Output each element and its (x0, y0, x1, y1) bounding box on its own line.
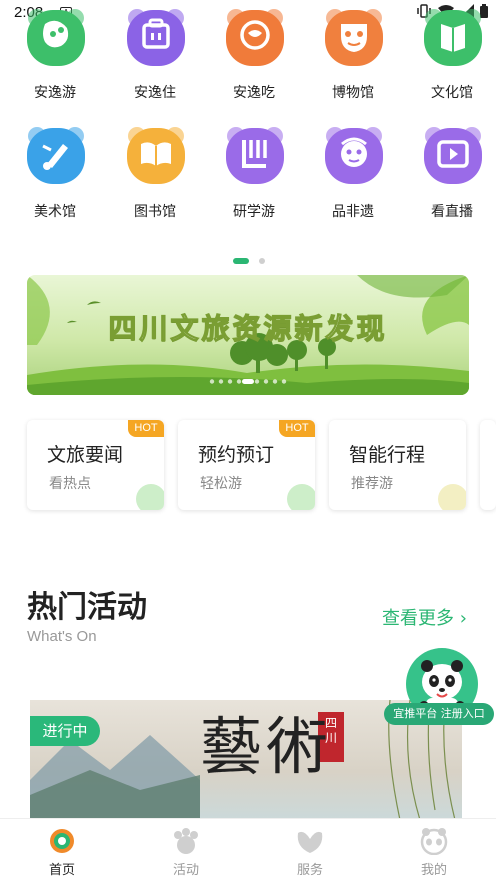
category-label: 安逸住 (134, 85, 176, 101)
card-accent-shape (136, 484, 164, 510)
register-entry-label: 宜推平台 注册入口 (384, 703, 494, 725)
food-icon (224, 6, 286, 68)
section-title: 热门活动 (27, 590, 147, 625)
category-item[interactable]: 美术馆 (15, 124, 95, 234)
pager-dot-active (233, 258, 249, 264)
quick-card-title: 智能行程 (349, 444, 426, 466)
event-calligraphy: 藝術 (200, 710, 333, 783)
tab-item[interactable]: 我的 (372, 819, 496, 884)
event-seal: 四川 (324, 716, 337, 745)
panda-paw-icon (171, 827, 201, 855)
quick-card-subtitle: 看热点 (49, 476, 91, 492)
play-icon (422, 124, 484, 186)
category-item[interactable]: 研学游 (214, 124, 294, 234)
card-accent-shape (287, 484, 315, 510)
category-item[interactable]: 安逸吃 (214, 6, 294, 116)
quick-card[interactable]: 预约预订轻松游 HOT (178, 420, 315, 510)
tab-item[interactable]: 首页 (0, 819, 124, 884)
quick-cards: 文旅要闻 看热点 HOT 预约预订 轻松游 HOT 智能行程 推荐游 (0, 420, 496, 512)
banner-slide-dot (218, 379, 224, 384)
quick-card-title: 预约预订 (198, 444, 275, 466)
grid-pager (0, 250, 496, 264)
tab-label: 首页 (48, 863, 75, 878)
category-label: 美术馆 (34, 204, 76, 220)
category-label: 看直播 (431, 204, 473, 220)
category-label: 研学游 (233, 204, 275, 220)
category-label: 图书馆 (134, 204, 176, 220)
banner-slide-dot (236, 379, 242, 384)
quick-card-subtitle: 轻松游 (200, 476, 242, 492)
heritage-mask-icon (323, 124, 385, 186)
category-item[interactable]: 看直播 (412, 124, 492, 234)
promo-banner[interactable]: 四川文旅资源新发现 (27, 275, 469, 395)
quick-card[interactable]: 文旅要闻看热点 HOT (27, 420, 164, 510)
pager-dot (259, 258, 265, 264)
floating-register-button[interactable]: 宜推平台 注册入口 (384, 648, 496, 728)
banner-title: 四川文旅资源新发现 (108, 311, 388, 345)
paintbrush-icon (25, 124, 87, 186)
category-grid-row: 安逸游 安逸住 安逸吃 博物馆 文化馆 (0, 6, 496, 116)
quick-card-peek[interactable] (480, 420, 496, 510)
banner-slide-dot (254, 379, 260, 384)
pager-dots (233, 258, 265, 264)
see-more-link[interactable]: 查看更多 › (382, 604, 467, 630)
banner-slide-dot (209, 379, 215, 384)
category-item[interactable]: 文化馆 (412, 6, 492, 116)
category-label: 安逸吃 (233, 85, 275, 101)
category-label: 品非遗 (332, 204, 374, 220)
section-subtitle: What's On (27, 628, 97, 645)
home-logo-icon (47, 827, 77, 855)
hands-heart-icon (295, 827, 325, 855)
open-book-icon (125, 124, 187, 186)
book-icon (422, 6, 484, 68)
tab-label: 服务 (296, 863, 323, 878)
category-item[interactable]: 安逸住 (115, 6, 195, 116)
tab-item[interactable]: 活动 (124, 819, 248, 884)
banner-slide-dots (209, 379, 287, 384)
quick-card[interactable]: 智能行程 推荐游 (329, 420, 466, 510)
hot-badge: HOT (279, 420, 315, 437)
quick-card-subtitle: 推荐游 (351, 476, 393, 492)
category-label: 博物馆 (332, 85, 374, 101)
tab-label: 我的 (420, 863, 447, 878)
category-item[interactable]: 安逸游 (15, 6, 95, 116)
banner-slide-dot (227, 379, 233, 384)
banner-slide-dot (281, 379, 287, 384)
category-item[interactable]: 图书馆 (115, 124, 195, 234)
tab-label: 活动 (172, 863, 199, 878)
quick-card-title: 文旅要闻 (47, 444, 124, 466)
bottom-tab-bar: 首页 活动 服务 我的 (0, 818, 496, 884)
bed-icon (125, 6, 187, 68)
smile-bubble-icon (25, 6, 87, 68)
event-status-badge: 进行中 (30, 716, 100, 746)
category-item[interactable]: 品非遗 (313, 124, 393, 234)
opera-mask-icon (323, 6, 385, 68)
category-grid-row: 美术馆 图书馆 研学游 品非遗 看直播 (0, 124, 496, 234)
card-accent-shape (438, 484, 466, 510)
study-icon (224, 124, 286, 186)
tab-item[interactable]: 服务 (248, 819, 372, 884)
category-label: 安逸游 (34, 85, 76, 101)
banner-slide-dot (272, 379, 278, 384)
hot-badge: HOT (128, 420, 164, 437)
banner-slide-dot-active (242, 379, 254, 384)
panda-face-icon (419, 827, 449, 856)
category-label: 文化馆 (431, 85, 473, 101)
category-item[interactable]: 博物馆 (313, 6, 393, 116)
banner-slide-dot (263, 379, 269, 384)
